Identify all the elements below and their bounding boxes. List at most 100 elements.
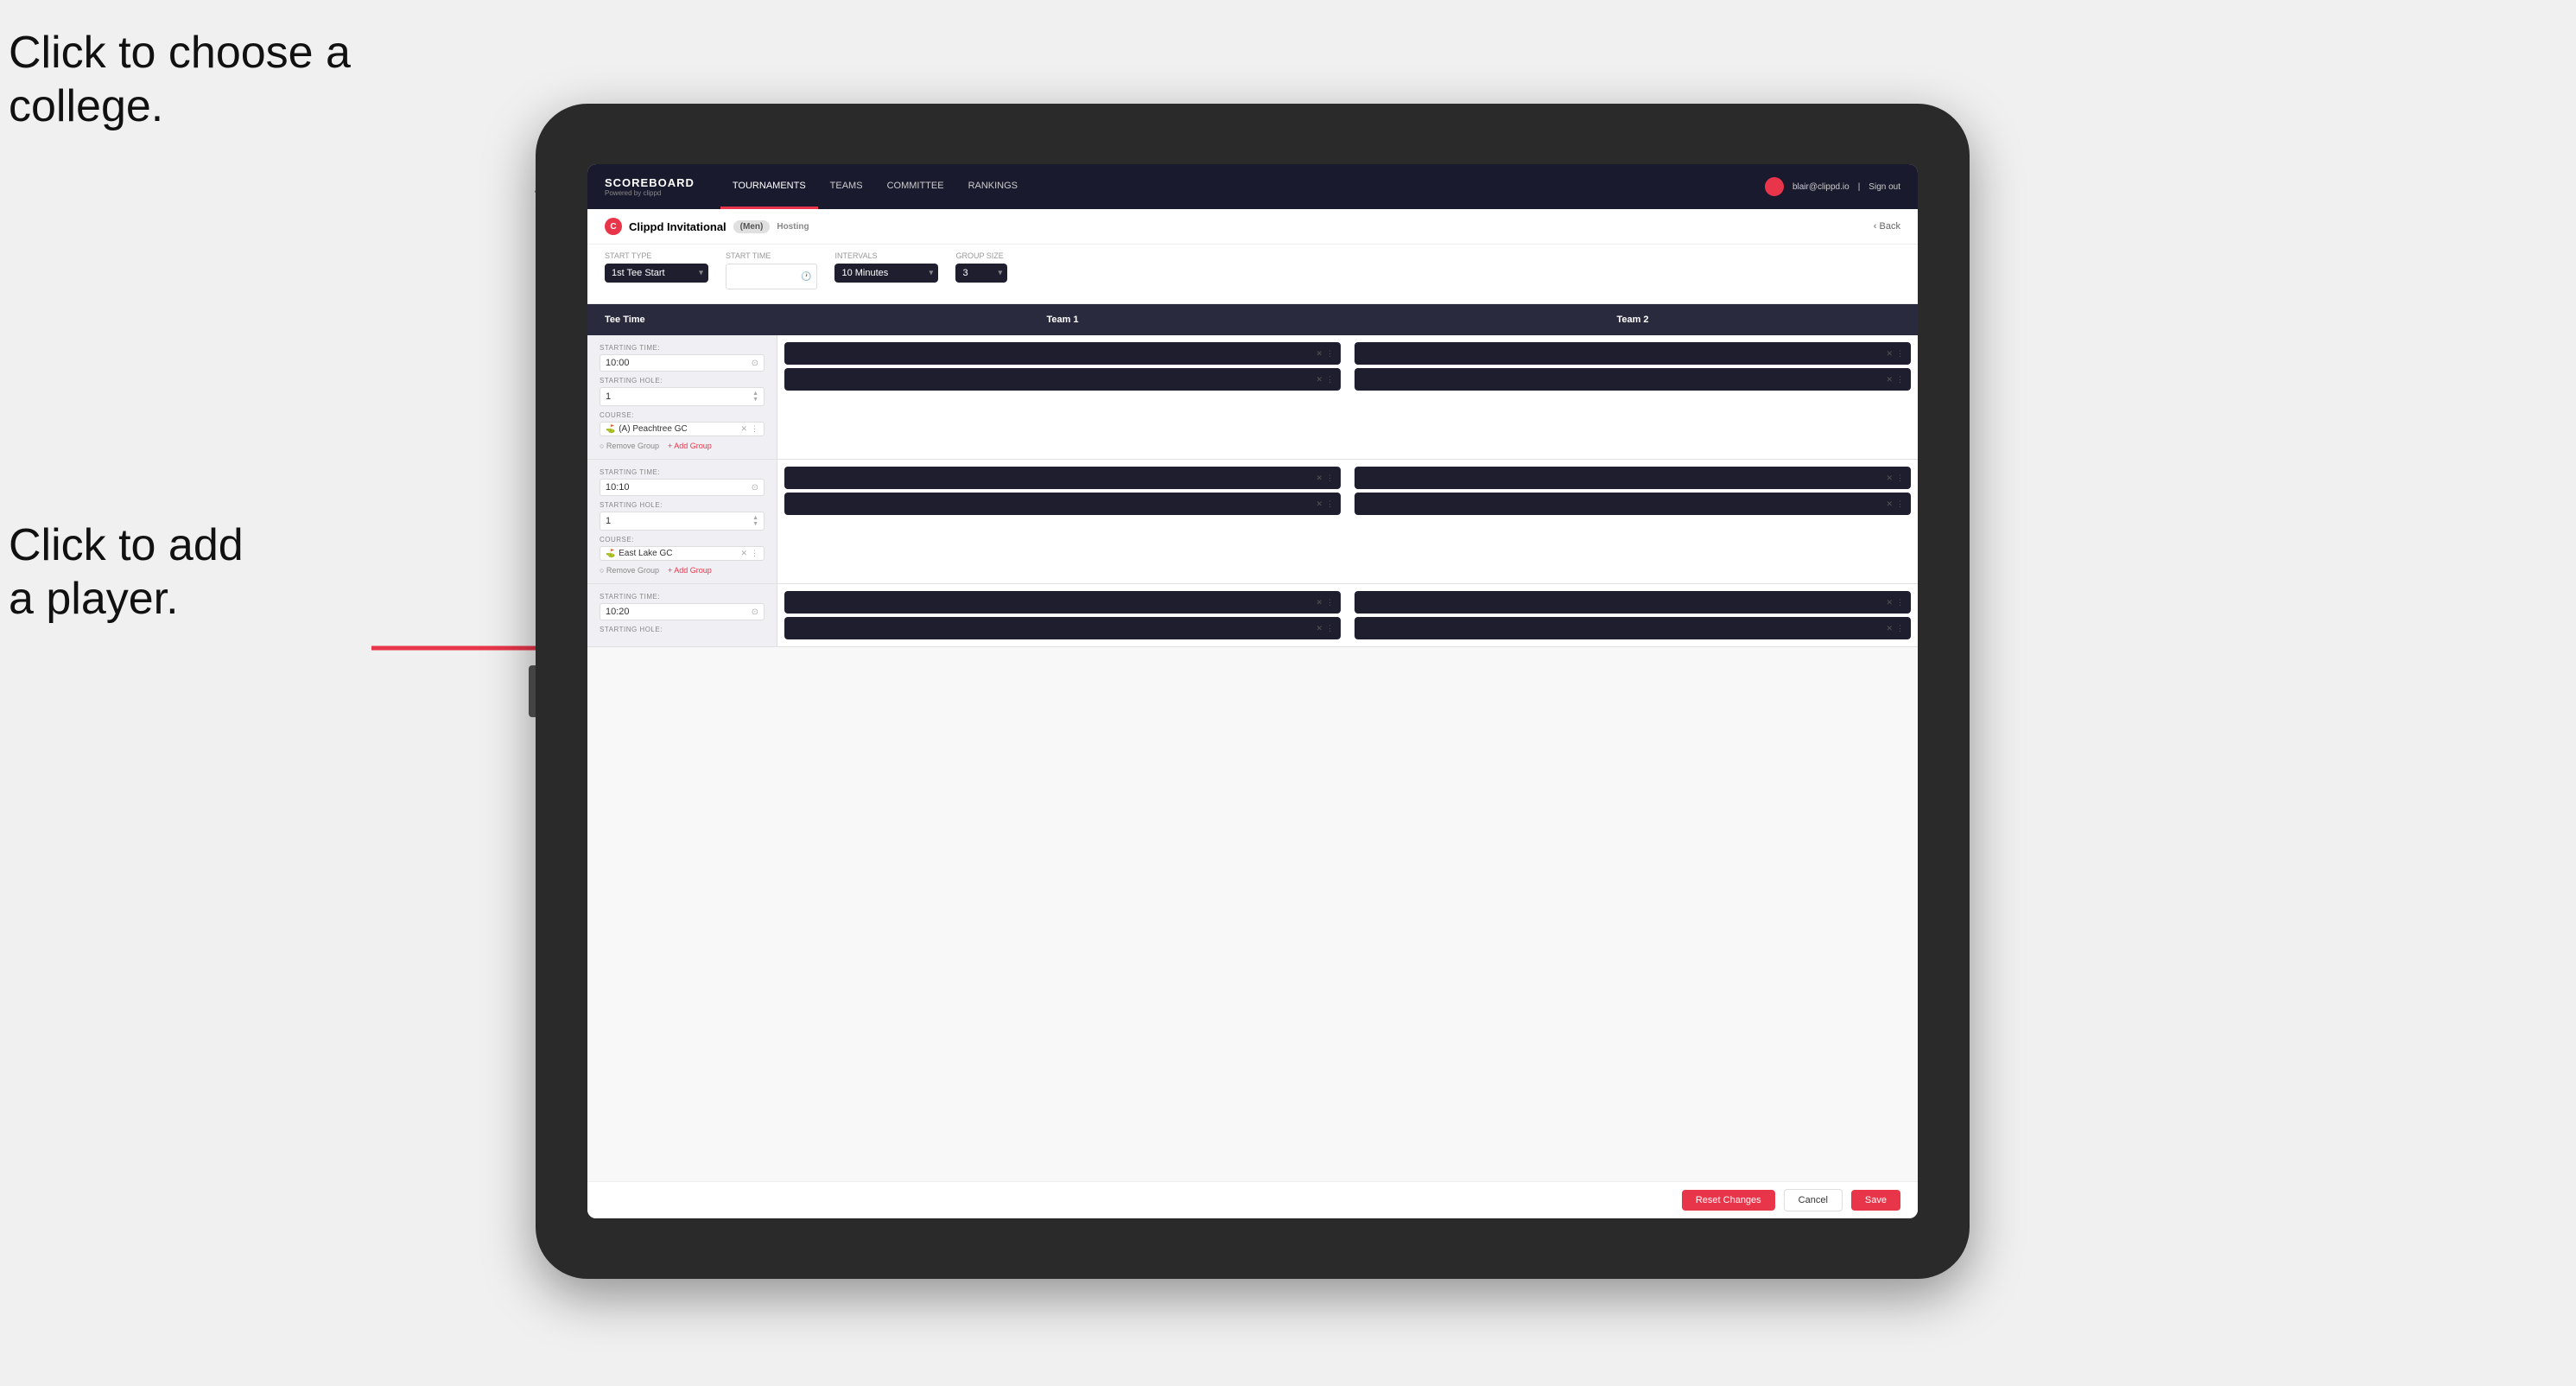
player-slot-2-1[interactable]: ✕ ⋮ [1355, 342, 1911, 365]
subheader: C Clippd Invitational (Men) Hosting ‹ Ba… [587, 209, 1918, 245]
footer-bar: Reset Changes Cancel Save [587, 1181, 1918, 1218]
starting-hole-field-2[interactable]: ▲▼ [600, 512, 765, 531]
group-row-2: STARTING TIME: ⊙ STARTING HOLE: ▲▼ COURS… [587, 460, 1918, 584]
event-logo: C [605, 218, 622, 235]
starting-time-input-3[interactable] [606, 607, 752, 617]
hole-arrows-1: ▲▼ [752, 391, 758, 403]
slot-edit-6-1[interactable]: ⋮ [1896, 598, 1904, 607]
nav-rankings[interactable]: RANKINGS [956, 164, 1030, 209]
slot-actions-4-1: ✕ ⋮ [1886, 474, 1904, 483]
team1-cell-3: ✕ ⋮ ✕ ⋮ [777, 584, 1348, 646]
player-slot-6-2[interactable]: ✕ ⋮ [1355, 617, 1911, 639]
starting-time-field-1[interactable]: ⊙ [600, 354, 765, 372]
slot-edit-3-1[interactable]: ⋮ [1326, 474, 1334, 483]
slot-x-2-2[interactable]: ✕ [1886, 375, 1893, 385]
nav-tournaments[interactable]: TOURNAMENTS [720, 164, 818, 209]
clock-icon-3: ⊙ [752, 607, 758, 617]
player-slot-4-2[interactable]: ✕ ⋮ [1355, 493, 1911, 515]
player-slot-4-1[interactable]: ✕ ⋮ [1355, 467, 1911, 489]
player-slot-3-1[interactable]: ✕ ⋮ [784, 467, 1341, 489]
slot-x-2-1[interactable]: ✕ [1886, 349, 1893, 359]
annotation-add-player: Click to add a player. [9, 518, 244, 626]
remove-group-2[interactable]: ○ Remove Group [600, 566, 659, 575]
course-tag-2[interactable]: ⛳ East Lake GC ✕ ⋮ [600, 546, 765, 561]
course-icon-1: ⛳ [606, 424, 615, 434]
starting-time-field-3[interactable]: ⊙ [600, 603, 765, 620]
slot-actions-3-1: ✕ ⋮ [1316, 474, 1334, 483]
slot-actions-5-2: ✕ ⋮ [1316, 624, 1334, 633]
add-group-2[interactable]: + Add Group [668, 566, 712, 575]
course-tag-1[interactable]: ⛳ (A) Peachtree GC ✕ ⋮ [600, 422, 765, 436]
group-3-settings: STARTING TIME: ⊙ STARTING HOLE: [587, 584, 777, 646]
slot-edit-1-2[interactable]: ⋮ [1326, 375, 1334, 385]
slot-edit-4-2[interactable]: ⋮ [1896, 499, 1904, 509]
group-row-1: STARTING TIME: ⊙ STARTING HOLE: ▲▼ COURS… [587, 335, 1918, 460]
reset-changes-button[interactable]: Reset Changes [1682, 1190, 1775, 1211]
course-remove-1[interactable]: ✕ [740, 424, 747, 434]
group-size-group: Group Size 3 [955, 251, 1007, 295]
player-slot-1-1[interactable]: ✕ ⋮ [784, 342, 1341, 365]
player-slot-5-1[interactable]: ✕ ⋮ [784, 591, 1341, 614]
starting-hole-field-1[interactable]: ▲▼ [600, 387, 765, 406]
slot-x-3-2[interactable]: ✕ [1316, 499, 1323, 509]
table-header: Tee Time Team 1 Team 2 [587, 304, 1918, 335]
starting-time-input-2[interactable] [606, 482, 752, 493]
starting-hole-input-2[interactable] [606, 516, 752, 526]
group-size-select[interactable]: 3 [955, 264, 1007, 283]
slot-x-5-1[interactable]: ✕ [1316, 598, 1323, 607]
slot-edit-5-2[interactable]: ⋮ [1326, 624, 1334, 633]
start-time-input[interactable] [732, 267, 801, 286]
sign-out-link[interactable]: Sign out [1869, 182, 1900, 192]
slot-actions-1-1: ✕ ⋮ [1316, 349, 1334, 359]
back-button[interactable]: ‹ Back [1874, 221, 1900, 232]
slot-x-6-1[interactable]: ✕ [1886, 598, 1893, 607]
slot-x-4-2[interactable]: ✕ [1886, 499, 1893, 509]
course-label-2: COURSE: [600, 536, 765, 544]
slot-x-6-2[interactable]: ✕ [1886, 624, 1893, 633]
slot-x-1-1[interactable]: ✕ [1316, 349, 1323, 359]
starting-time-field-2[interactable]: ⊙ [600, 479, 765, 496]
start-type-select[interactable]: 1st Tee Start [605, 264, 708, 283]
player-slot-5-2[interactable]: ✕ ⋮ [784, 617, 1341, 639]
slot-x-4-1[interactable]: ✕ [1886, 474, 1893, 483]
starting-hole-input-1[interactable] [606, 391, 752, 402]
slot-edit-5-1[interactable]: ⋮ [1326, 598, 1334, 607]
main-content[interactable]: Tee Time Team 1 Team 2 STARTING TIME: ⊙ … [587, 304, 1918, 1181]
save-button[interactable]: Save [1851, 1190, 1900, 1211]
course-icon-2: ⛳ [606, 549, 615, 558]
slot-edit-1-1[interactable]: ⋮ [1326, 349, 1334, 359]
player-slot-2-2[interactable]: ✕ ⋮ [1355, 368, 1911, 391]
slot-edit-6-2[interactable]: ⋮ [1896, 624, 1904, 633]
slot-x-3-1[interactable]: ✕ [1316, 474, 1323, 483]
player-slot-6-1[interactable]: ✕ ⋮ [1355, 591, 1911, 614]
player-slot-3-2[interactable]: ✕ ⋮ [784, 493, 1341, 515]
start-time-input-wrap: 🕐 [726, 264, 817, 289]
nav-committee[interactable]: COMMITTEE [875, 164, 956, 209]
start-type-group: Start Type 1st Tee Start [605, 251, 708, 295]
add-group-1[interactable]: + Add Group [668, 442, 712, 450]
slot-x-5-2[interactable]: ✕ [1316, 624, 1323, 633]
slot-actions-1-2: ✕ ⋮ [1316, 375, 1334, 385]
slot-edit-3-2[interactable]: ⋮ [1326, 499, 1334, 509]
nav-teams[interactable]: TEAMS [818, 164, 875, 209]
intervals-select[interactable]: 10 Minutes [834, 264, 938, 283]
course-remove-2[interactable]: ✕ [740, 549, 747, 558]
start-type-select-wrapper: 1st Tee Start [605, 264, 708, 283]
remove-group-1[interactable]: ○ Remove Group [600, 442, 659, 450]
starting-time-label-1: STARTING TIME: [600, 344, 765, 352]
starting-hole-label-2: STARTING HOLE: [600, 501, 765, 509]
player-slot-1-2[interactable]: ✕ ⋮ [784, 368, 1341, 391]
tablet-side-button [529, 665, 536, 717]
starting-time-input-1[interactable] [606, 358, 752, 368]
slot-edit-2-1[interactable]: ⋮ [1896, 349, 1904, 359]
cancel-button[interactable]: Cancel [1784, 1189, 1843, 1211]
event-host: Hosting [777, 222, 809, 232]
starting-time-label-3: STARTING TIME: [600, 593, 765, 601]
slot-actions-4-2: ✕ ⋮ [1886, 499, 1904, 509]
intervals-group: Intervals 10 Minutes [834, 251, 938, 295]
course-edit-1[interactable]: ⋮ [751, 424, 758, 434]
slot-edit-4-1[interactable]: ⋮ [1896, 474, 1904, 483]
slot-edit-2-2[interactable]: ⋮ [1896, 375, 1904, 385]
course-edit-2[interactable]: ⋮ [751, 549, 758, 558]
slot-x-1-2[interactable]: ✕ [1316, 375, 1323, 385]
